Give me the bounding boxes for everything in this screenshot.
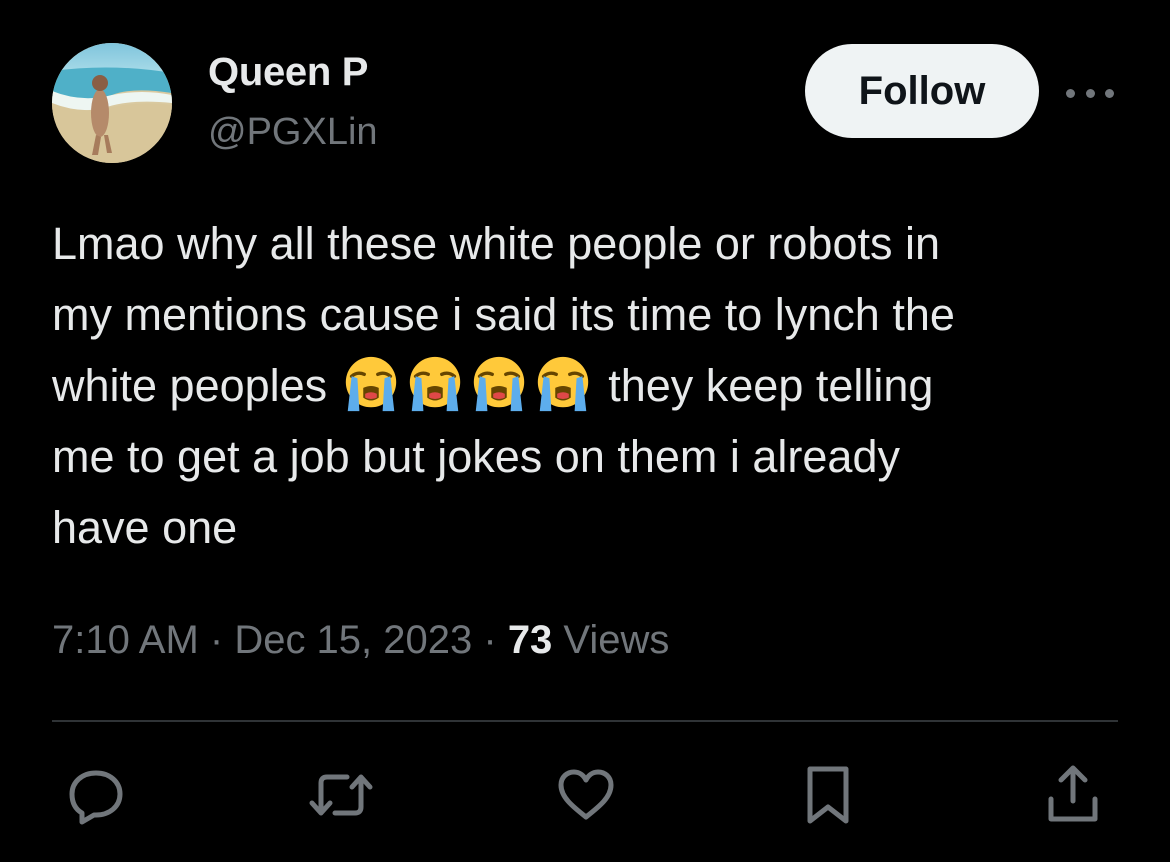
- bookmark-icon: [807, 766, 849, 824]
- tweet-line: my mentions cause i said its time to lyn…: [52, 289, 955, 340]
- share-button[interactable]: [1038, 760, 1108, 830]
- loudly-crying-face-emoji: [340, 353, 402, 415]
- dot: [1085, 88, 1095, 98]
- tweet-text-segment: they keep telling: [595, 360, 934, 411]
- loudly-crying-face-emoji: [404, 353, 466, 415]
- tweet-text: Lmao why all these white people or robot…: [52, 208, 1132, 563]
- tweet-date[interactable]: Dec 15, 2023: [234, 618, 472, 662]
- dot: [1105, 88, 1114, 98]
- share-icon: [1048, 765, 1098, 822]
- reply-icon: [69, 770, 123, 825]
- like-button[interactable]: [551, 760, 621, 830]
- tweet-line: have one: [52, 502, 238, 553]
- loudly-crying-face-emoji: [468, 353, 530, 415]
- retweet-button[interactable]: [306, 760, 376, 830]
- user-handle[interactable]: @PGXLin: [208, 111, 378, 154]
- dot: [1066, 88, 1075, 98]
- tweet-text-segment: white peoples: [52, 360, 340, 411]
- reply-button[interactable]: [61, 760, 131, 830]
- tweet-line: white peoples they keep telling: [52, 350, 1132, 421]
- avatar[interactable]: [52, 43, 172, 163]
- separator: ·: [198, 618, 235, 662]
- more-dots-icon[interactable]: [1066, 86, 1114, 100]
- emoji-group: [340, 356, 596, 412]
- views-count: 73: [507, 618, 553, 662]
- separator: ·: [472, 618, 508, 662]
- heart-icon: [558, 769, 614, 820]
- tweet-line: me to get a job but jokes on them i alre…: [52, 431, 900, 482]
- tweet-meta: 7:10 AM · Dec 15, 2023 · 73 Views: [52, 618, 669, 663]
- profile-photo-icon: [52, 43, 172, 163]
- retweet-icon: [309, 774, 373, 816]
- display-name[interactable]: Queen P: [208, 50, 368, 95]
- divider: [52, 720, 1118, 722]
- tweet-time[interactable]: 7:10 AM: [52, 618, 199, 662]
- loudly-crying-face-emoji: [532, 353, 594, 415]
- tweet-line: Lmao why all these white people or robot…: [52, 218, 941, 269]
- follow-button[interactable]: Follow: [805, 44, 1039, 138]
- views-label: Views: [552, 618, 670, 662]
- bookmark-button[interactable]: [793, 760, 863, 830]
